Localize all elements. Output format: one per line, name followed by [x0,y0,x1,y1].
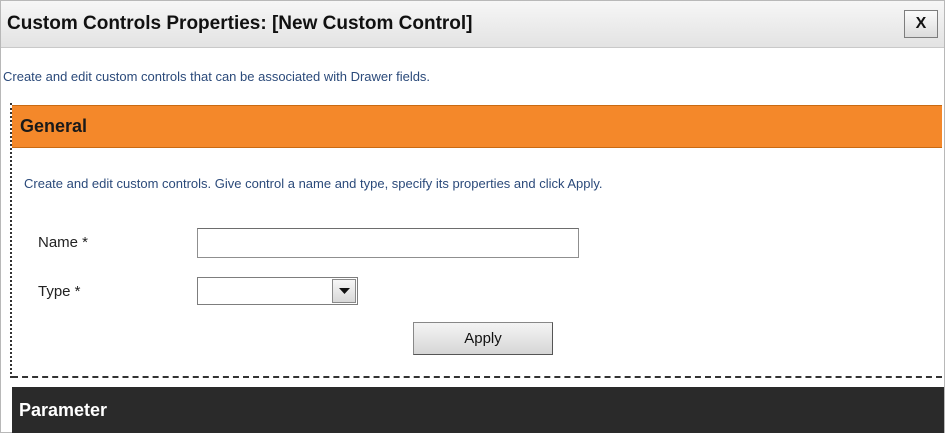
parameter-section-header[interactable]: Parameter [12,387,944,433]
section-divider [12,376,942,378]
general-description: Create and edit custom controls. Give co… [24,176,603,191]
apply-button[interactable]: Apply [413,322,553,355]
general-section-title: General [20,116,88,136]
chevron-down-icon [339,288,350,294]
custom-controls-dialog: Custom Controls Properties: [New Custom … [0,0,945,433]
name-label: Name * [38,234,89,251]
type-dropdown-button[interactable] [332,279,356,303]
close-button[interactable]: X [904,10,938,38]
dialog-title: Custom Controls Properties: [New Custom … [7,13,473,34]
parameter-section-title: Parameter [19,400,108,420]
general-section-header[interactable]: General [12,105,942,148]
type-label: Type * [38,283,81,300]
dialog-titlebar: Custom Controls Properties: [New Custom … [1,1,944,48]
type-select[interactable] [197,277,358,305]
dialog-description: Create and edit custom controls that can… [3,69,431,84]
name-input[interactable] [197,228,579,258]
